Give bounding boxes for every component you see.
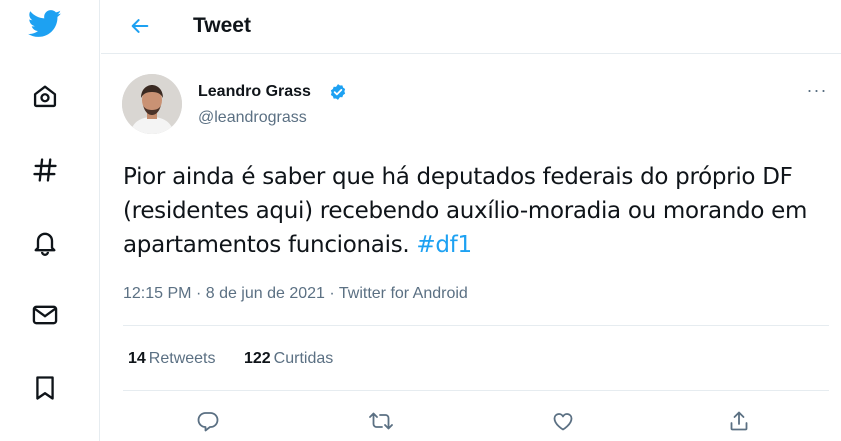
back-button[interactable] <box>123 9 157 43</box>
retweets-count: 14 <box>128 350 146 367</box>
page-header: Tweet <box>101 0 841 54</box>
retweet-button[interactable] <box>364 404 398 438</box>
avatar[interactable] <box>122 74 182 134</box>
likes-count: 122 <box>243 350 271 367</box>
more-options-button[interactable]: ··· <box>803 78 831 102</box>
divider <box>123 325 829 326</box>
retweets-label: Retweets <box>148 350 216 367</box>
tweet-date[interactable]: 8 de jun de 2021 <box>206 285 325 302</box>
like-icon <box>553 413 573 431</box>
meta-separator: · <box>329 285 335 302</box>
retweets-stat[interactable]: 14 Retweets <box>128 350 216 367</box>
reply-icon <box>197 412 219 432</box>
reply-button[interactable] <box>191 404 225 438</box>
tweet-source[interactable]: Twitter for Android <box>339 285 468 302</box>
likes-stat[interactable]: 122 Curtidas <box>244 350 333 367</box>
twitter-bird-icon[interactable] <box>27 6 63 42</box>
tweet-stats: 14 Retweets 122 Curtidas <box>128 349 357 369</box>
home-icon[interactable] <box>27 78 63 114</box>
mail-icon[interactable] <box>27 297 63 333</box>
bookmark-icon[interactable] <box>27 370 63 406</box>
hashtag-link[interactable]: #df1 <box>416 232 472 258</box>
tweet-text: Pior ainda é saber que há deputados fede… <box>123 160 835 262</box>
tweet-meta: 12:15 PM · 8 de jun de 2021 · Twitter fo… <box>123 284 468 304</box>
tweet-time[interactable]: 12:15 PM <box>123 285 191 302</box>
share-icon <box>730 411 748 431</box>
arrow-left-icon <box>131 19 149 33</box>
verified-badge-icon <box>329 83 347 101</box>
retweet-icon <box>369 412 393 430</box>
like-button[interactable] <box>546 404 580 438</box>
author-handle[interactable]: @leandrograss <box>198 108 307 128</box>
divider <box>123 390 829 391</box>
bell-icon[interactable] <box>27 224 63 260</box>
likes-label: Curtidas <box>273 350 334 367</box>
sidebar-nav <box>0 0 100 441</box>
page-title: Tweet <box>193 14 251 37</box>
meta-separator: · <box>195 285 202 302</box>
share-button[interactable] <box>722 404 756 438</box>
hashtag-icon[interactable] <box>27 152 63 188</box>
tweet-detail-panel: Tweet Leandro Grass @leandrograss ··· Pi… <box>101 0 841 441</box>
author-name[interactable]: Leandro Grass <box>198 82 311 102</box>
